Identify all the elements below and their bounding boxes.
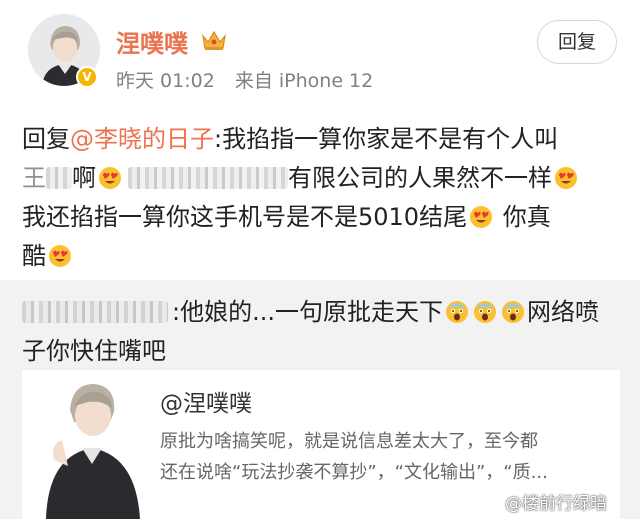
card-title: @涅噗噗 (160, 391, 252, 417)
post-text: 王 (22, 164, 46, 192)
reply-button[interactable]: 回复 (537, 20, 617, 64)
mention-link[interactable]: @李晓的日子 (70, 125, 214, 153)
post-text: :我掐指一算你家是不是有个人叫 (214, 125, 559, 153)
quoted-line-1: :他娘的...一句原批走天下 网络喷 (22, 293, 620, 332)
card-thumbnail (32, 370, 152, 519)
quote-text: 网络喷 (526, 298, 599, 326)
post-line-1: 回复@李晓的日子:我掐指一算你家是不是有个人叫 (22, 120, 620, 159)
blurred-text (128, 167, 288, 189)
post-text: 酷 (22, 242, 46, 270)
weibo-post: V 涅噗噗 昨天 01:02 来自 iPhone 12 回复 回复@李晓的日子:… (0, 0, 640, 280)
quoted-text: :他娘的...一句原批走天下 网络喷 子你快住嘴吧 (22, 293, 620, 371)
author-name[interactable]: 涅噗噗 (116, 24, 188, 59)
post-meta: 昨天 01:02 来自 iPhone 12 (116, 66, 387, 93)
post-body: 回复@李晓的日子:我掐指一算你家是不是有个人叫 王啊 有限公司的人果然不一样 我还… (22, 120, 620, 276)
verified-badge-icon: V (76, 66, 98, 88)
heart-eyes-emoji-icon (99, 167, 121, 189)
quote-text: :他娘的...一句原批走天下 (172, 298, 443, 326)
card-desc-line-2: 还在说啥“玩法抄袭不算抄”，“文化输出”，“质... (160, 462, 548, 483)
post-text: 有限公司的人果然不一样 (288, 164, 552, 192)
post-text: 啊 (72, 164, 96, 192)
post-text: 你真 (495, 203, 551, 231)
scream-emoji-icon (473, 301, 496, 323)
post-line-4: 酷 (22, 237, 620, 276)
post-time: 昨天 01:02 (116, 70, 215, 92)
card-desc-line-1: 原批为啥搞笑呢，就是说信息差太大了，至今都 (160, 431, 538, 452)
scream-emoji-icon (445, 301, 468, 323)
quoted-line-2: 子你快住嘴吧 (22, 337, 166, 365)
scream-emoji-icon (501, 301, 524, 323)
heart-eyes-emoji-icon (49, 245, 71, 267)
card-description: 原批为啥搞笑呢，就是说信息差太大了，至今都 还在说啥“玩法抄袭不算抄”，“文化输… (160, 426, 612, 488)
post-source: 来自 iPhone 12 (234, 70, 374, 92)
crown-icon (202, 30, 226, 50)
blurred-text (46, 167, 72, 189)
post-text: 我还掐指一算你这手机号是不是5010结尾 (22, 203, 468, 231)
watermark: @楼前行绿暗 (505, 494, 607, 514)
reply-prefix: 回复 (22, 125, 70, 153)
post-line-2: 王啊 有限公司的人果然不一样 (22, 159, 620, 198)
post-line-3: 我还掐指一算你这手机号是不是5010结尾 你真 (22, 198, 620, 237)
quoted-post[interactable]: :他娘的...一句原批走天下 网络喷 子你快住嘴吧 @涅噗噗 原批为啥搞笑呢，就是… (0, 280, 640, 519)
blurred-username (22, 301, 168, 323)
heart-eyes-emoji-icon (470, 206, 493, 228)
heart-eyes-emoji-icon (555, 167, 577, 189)
